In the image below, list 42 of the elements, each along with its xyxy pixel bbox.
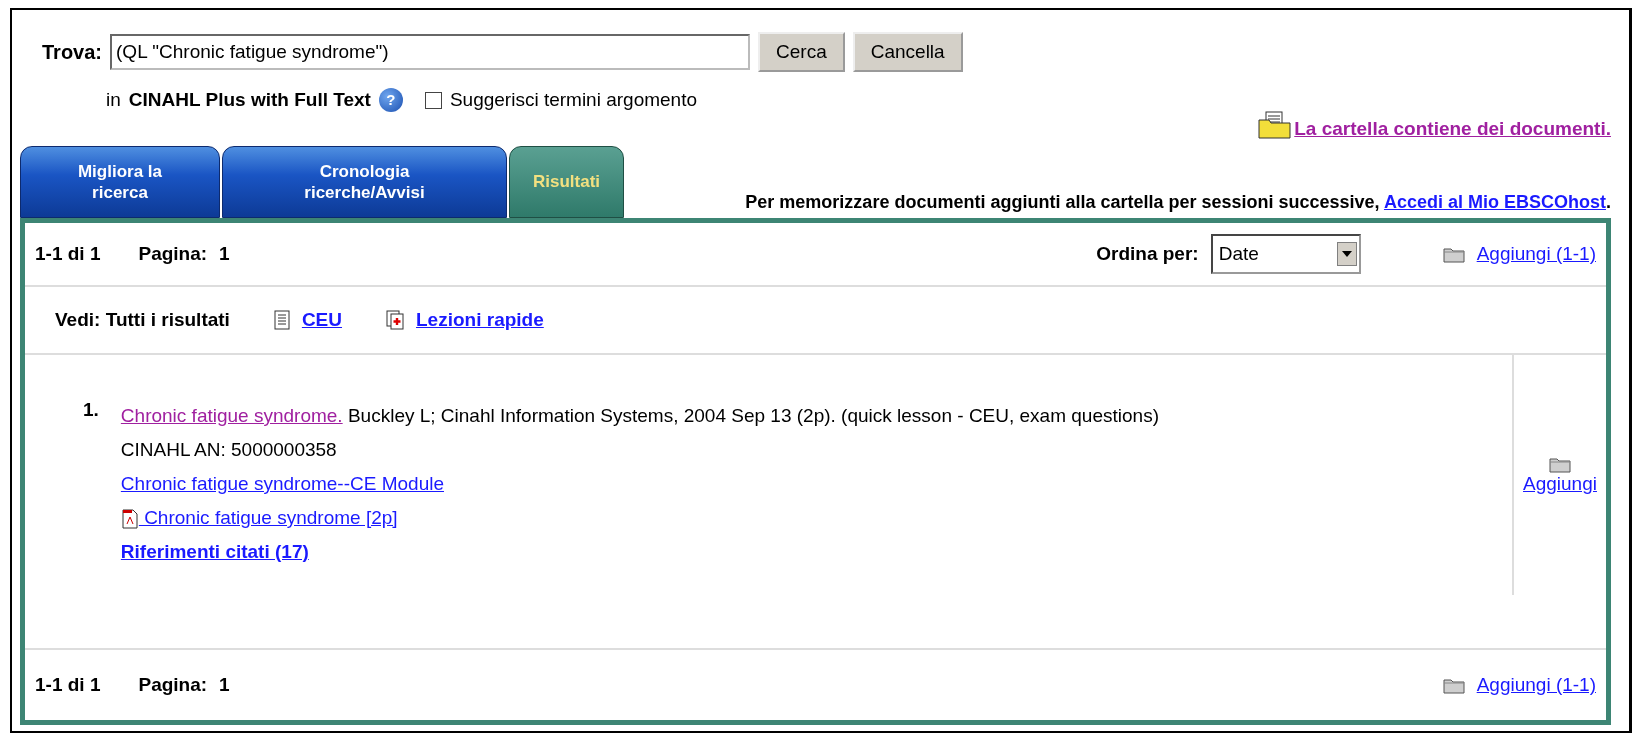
search-button[interactable]: Cerca <box>758 32 845 72</box>
tab[interactable]: Cronologia ricerche/Avvisi <box>222 146 507 218</box>
result-link[interactable]: Riferimenti citati (17) <box>120 541 309 562</box>
folder-icon <box>1442 245 1465 263</box>
folder-icon <box>1258 110 1293 140</box>
citation-text: Buckley L; Cinahl Information Systems, 2004 Sep 13 (2p). (quick lesson - CEU, exam questions) <box>346 405 1159 426</box>
add-all-link[interactable]: Aggiungi (1-1) <box>1476 243 1596 265</box>
search-field[interactable]: (QL "Chronic fatigue syndrome") <box>110 34 751 70</box>
folder-icon <box>1549 455 1571 473</box>
page-number: 1 <box>219 674 230 696</box>
accession-number: CINAHL AN: 5000000358 <box>120 438 338 462</box>
view-label: Vedi: Tutti i risultati <box>55 309 230 331</box>
tab[interactable]: Migliora la ricerca <box>20 146 220 218</box>
result-title-link[interactable]: Chronic fatigue syndrome. <box>120 405 343 426</box>
document-icon <box>386 310 404 330</box>
sort-label: Ordina per: <box>1096 243 1199 265</box>
document-icon <box>273 310 290 330</box>
search-label: Trova: <box>42 40 103 64</box>
login-link[interactable]: Accedi al Mio EBSCOhost <box>1383 192 1606 213</box>
checkbox-label: Suggerisci termini argomento <box>449 89 697 111</box>
period-text: . <box>1606 192 1611 213</box>
folder-icon <box>1442 676 1465 694</box>
page-number: 1 <box>219 243 230 265</box>
login-text: Per memorizzare documenti aggiunti alla cartella per sessioni successive, <box>745 192 1381 213</box>
add-link[interactable]: Aggiungi <box>1523 473 1597 495</box>
add-all-link[interactable]: Aggiungi (1-1) <box>1476 674 1596 696</box>
result-count: 1-1 di 1 <box>35 674 101 696</box>
view-link[interactable]: Lezioni rapide <box>416 309 544 331</box>
search-button[interactable]: Cancella <box>852 32 963 72</box>
page-label: Pagina: <box>138 674 208 696</box>
sort-dropdown[interactable]: Date <box>1210 234 1361 274</box>
page-label: Pagina: <box>138 243 208 265</box>
result-number: 1. <box>83 399 99 422</box>
database-name: CINAHL Plus with Full Text <box>128 89 371 111</box>
view-link[interactable]: CEU <box>301 309 342 331</box>
checkbox[interactable] <box>424 91 442 109</box>
result-link[interactable]: Chronic fatigue syndrome--CE Module <box>120 473 444 494</box>
database-prefix: in <box>106 89 121 111</box>
result-count: 1-1 di 1 <box>35 243 101 265</box>
pdf-icon <box>120 509 139 529</box>
folder-link[interactable]: La cartella contiene dei documenti. <box>1294 118 1611 140</box>
result-link[interactable]: Chronic fatigue syndrome [2p] <box>138 507 398 528</box>
